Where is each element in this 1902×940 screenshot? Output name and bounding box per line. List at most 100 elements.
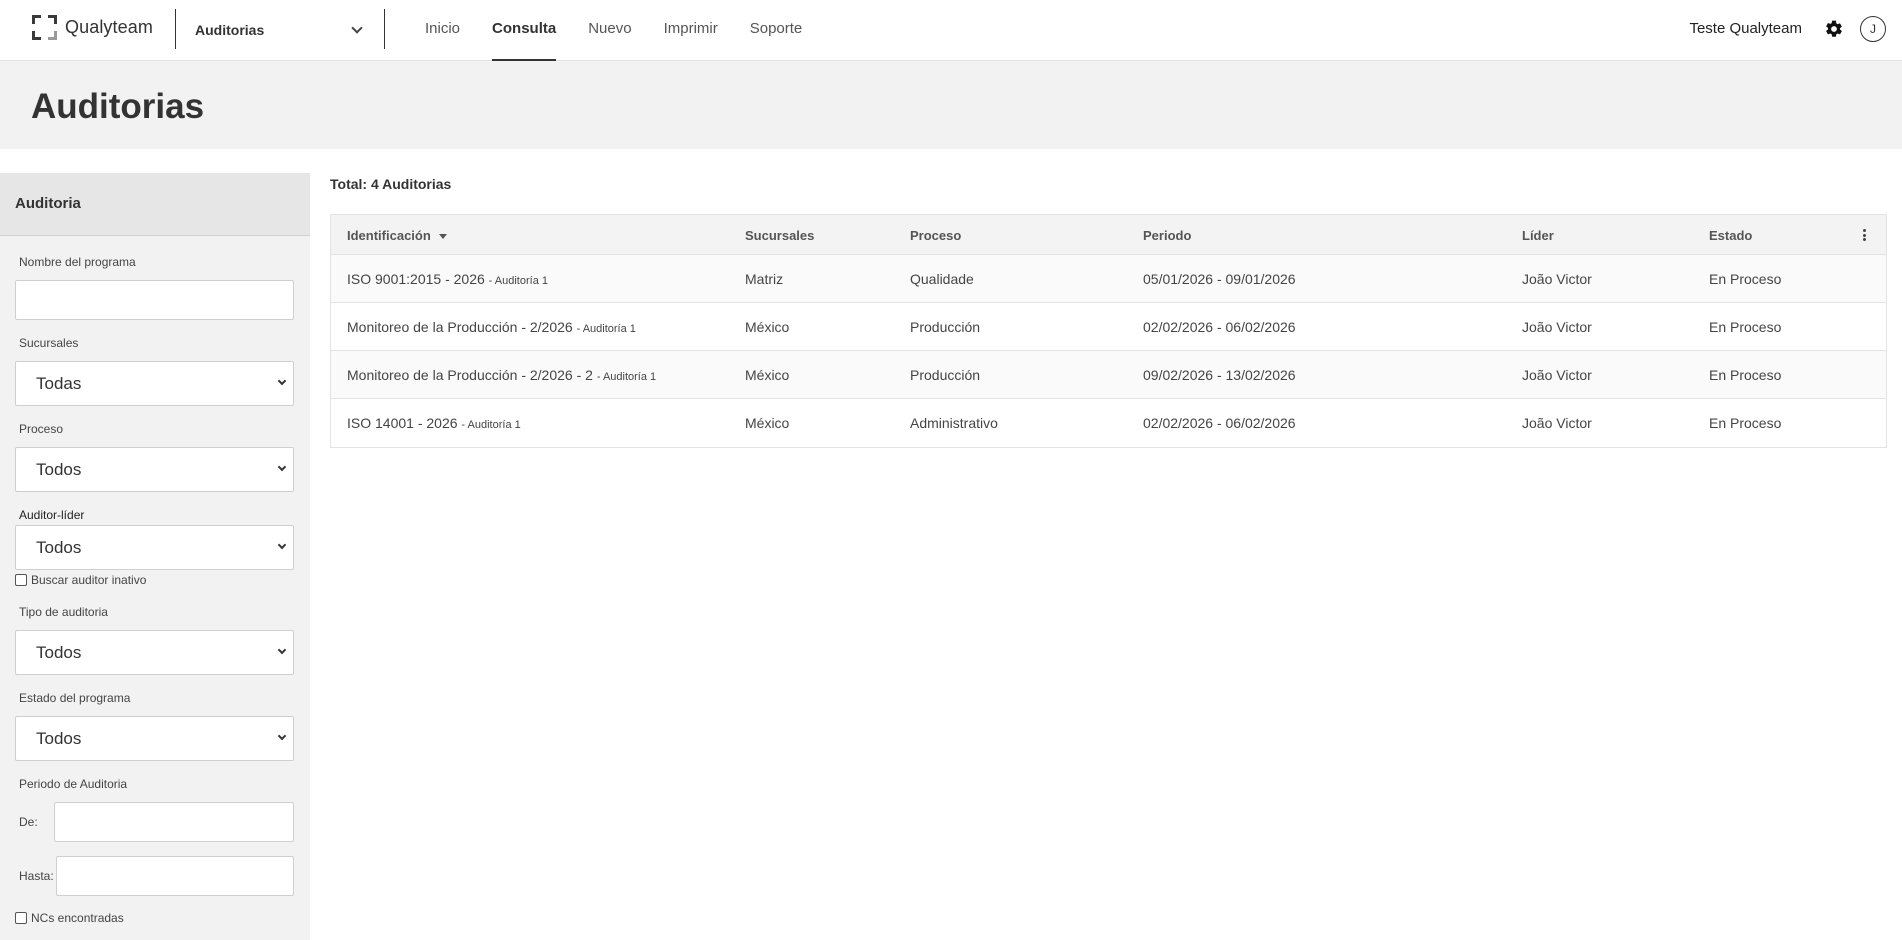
- cell-period: 02/02/2026 - 06/02/2026: [1143, 415, 1296, 431]
- audit-sub: - Auditoría 1: [596, 371, 657, 383]
- audit-name: ISO 9001:2015 - 2026: [347, 271, 485, 287]
- cell-leader: João Victor: [1522, 367, 1592, 383]
- cell-branch: México: [745, 415, 790, 431]
- table-row[interactable]: ISO 14001 - 2026 - Auditoría 1 México Ad…: [331, 399, 1886, 447]
- table-header: Identificación Sucursales Proceso Period…: [331, 215, 1886, 255]
- column-header-id-label: Identificación: [347, 228, 431, 243]
- program-name-label: Nombre del programa: [19, 255, 136, 269]
- audit-type-label: Tipo de auditoria: [19, 605, 108, 619]
- cell-branch: Matriz: [745, 271, 784, 287]
- cell-process: Qualidade: [910, 271, 974, 287]
- chevron-down-icon: [277, 376, 287, 386]
- cell-id: Monitoreo de la Producción - 2/2026 - 2 …: [347, 367, 656, 383]
- cell-leader: João Victor: [1522, 415, 1592, 431]
- cell-status: En Proceso: [1709, 367, 1782, 383]
- column-header-leader[interactable]: Líder: [1522, 228, 1554, 243]
- period-label: Periodo de Auditoria: [19, 777, 128, 791]
- cell-status: En Proceso: [1709, 415, 1782, 431]
- chevron-down-icon: [277, 462, 287, 472]
- audit-sub: - Auditoría 1: [488, 275, 548, 287]
- user-name[interactable]: Teste Qualyteam: [1689, 20, 1802, 37]
- from-label: De:: [19, 815, 38, 829]
- audit-name: Monitoreo de la Producción - 2/2026: [347, 319, 573, 335]
- audit-type-select[interactable]: Todos: [15, 630, 294, 675]
- cell-period: 09/02/2026 - 13/02/2026: [1143, 367, 1296, 383]
- ncs-found-checkbox[interactable]: NCs encontradas: [15, 911, 124, 925]
- nav-consulta[interactable]: Consulta: [492, 0, 557, 61]
- module-selector[interactable]: Auditorias: [195, 20, 365, 40]
- program-status-label: Estado del programa: [19, 691, 131, 705]
- kebab-menu-icon[interactable]: [1863, 229, 1866, 241]
- audit-type-select-value: Todos: [36, 643, 82, 662]
- table-row[interactable]: Monitoreo de la Producción - 2/2026 - Au…: [331, 303, 1886, 351]
- divider: [175, 9, 176, 49]
- cell-status: En Proceso: [1709, 319, 1782, 335]
- chevron-down-icon: [351, 22, 363, 34]
- program-name-input[interactable]: [15, 280, 294, 320]
- results-total: Total: 4 Auditorias: [330, 176, 452, 192]
- qualyteam-logo-icon: [32, 15, 57, 40]
- cell-branch: México: [745, 367, 790, 383]
- cell-period: 02/02/2026 - 06/02/2026: [1143, 319, 1296, 335]
- table-body: ISO 9001:2015 - 2026 - Auditoría 1 Matri…: [331, 255, 1886, 447]
- chevron-down-icon: [277, 731, 287, 741]
- cell-leader: João Victor: [1522, 271, 1592, 287]
- module-selector-label: Auditorias: [195, 22, 265, 38]
- checkbox-box[interactable]: [15, 912, 27, 924]
- program-status-select-value: Todos: [36, 729, 82, 748]
- brand-logo[interactable]: Qualyteam: [32, 15, 153, 40]
- checkbox-box[interactable]: [15, 574, 27, 586]
- page-header: Auditorias: [0, 61, 1902, 149]
- column-header-branches[interactable]: Sucursales: [745, 228, 814, 243]
- lead-auditor-label: Auditor-líder: [19, 508, 85, 522]
- branches-select[interactable]: Todas: [15, 361, 294, 406]
- nav-imprimir[interactable]: Imprimir: [664, 0, 718, 61]
- cell-status: En Proceso: [1709, 271, 1782, 287]
- from-date-input[interactable]: [54, 802, 294, 842]
- page-title: Auditorias: [31, 87, 205, 126]
- process-label: Proceso: [19, 422, 64, 436]
- cell-id: ISO 14001 - 2026 - Auditoría 1: [347, 415, 521, 431]
- program-status-select[interactable]: Todos: [15, 716, 294, 761]
- table-row[interactable]: Monitoreo de la Producción - 2/2026 - 2 …: [331, 351, 1886, 399]
- table-row[interactable]: ISO 9001:2015 - 2026 - Auditoría 1 Matri…: [331, 255, 1886, 303]
- chevron-down-icon: [277, 645, 287, 655]
- to-label: Hasta:: [19, 869, 54, 883]
- nav-soporte[interactable]: Soporte: [750, 0, 803, 61]
- lead-auditor-select[interactable]: Todos: [15, 525, 294, 570]
- to-date-input[interactable]: [56, 856, 294, 896]
- main-nav: Inicio Consulta Nuevo Imprimir Soporte: [425, 0, 834, 61]
- audit-name: Monitoreo de la Producción - 2/2026 - 2: [347, 367, 593, 383]
- column-header-period[interactable]: Periodo: [1143, 228, 1191, 243]
- avatar[interactable]: J: [1860, 16, 1886, 42]
- column-header-process[interactable]: Proceso: [910, 228, 961, 243]
- column-header-id[interactable]: Identificación: [347, 228, 447, 243]
- cell-process: Administrativo: [910, 415, 998, 431]
- audit-sub: - Auditoría 1: [576, 323, 636, 335]
- cell-process: Producción: [910, 319, 981, 335]
- filter-panel-title: Auditoria: [0, 173, 310, 236]
- audit-name: ISO 14001 - 2026: [347, 415, 458, 431]
- brand-name: Qualyteam: [65, 17, 153, 37]
- nav-inicio[interactable]: Inicio: [425, 0, 460, 61]
- column-header-status[interactable]: Estado: [1709, 228, 1752, 243]
- divider: [384, 9, 385, 49]
- cell-period: 05/01/2026 - 09/01/2026: [1143, 271, 1296, 287]
- lead-auditor-select-value: Todos: [36, 538, 82, 557]
- process-select-value: Todos: [36, 460, 82, 479]
- inactive-auditor-label: Buscar auditor inativo: [31, 573, 147, 587]
- cell-id: ISO 9001:2015 - 2026 - Auditoría 1: [347, 271, 548, 287]
- cell-leader: João Victor: [1522, 319, 1592, 335]
- top-bar: Qualyteam Auditorias Inicio Consulta Nue…: [0, 0, 1902, 61]
- audit-sub: - Auditoría 1: [461, 419, 521, 431]
- sort-desc-icon[interactable]: [438, 234, 447, 240]
- branches-label: Sucursales: [19, 336, 79, 350]
- filter-sidebar: Auditoria Nombre del programa Sucursales…: [0, 173, 310, 940]
- inactive-auditor-checkbox[interactable]: Buscar auditor inativo: [15, 573, 146, 587]
- cell-process: Producción: [910, 367, 981, 383]
- nav-nuevo[interactable]: Nuevo: [588, 0, 631, 61]
- cell-id: Monitoreo de la Producción - 2/2026 - Au…: [347, 319, 636, 335]
- process-select[interactable]: Todos: [15, 447, 294, 492]
- gear-icon[interactable]: [1824, 19, 1844, 39]
- branches-select-value: Todas: [36, 374, 82, 393]
